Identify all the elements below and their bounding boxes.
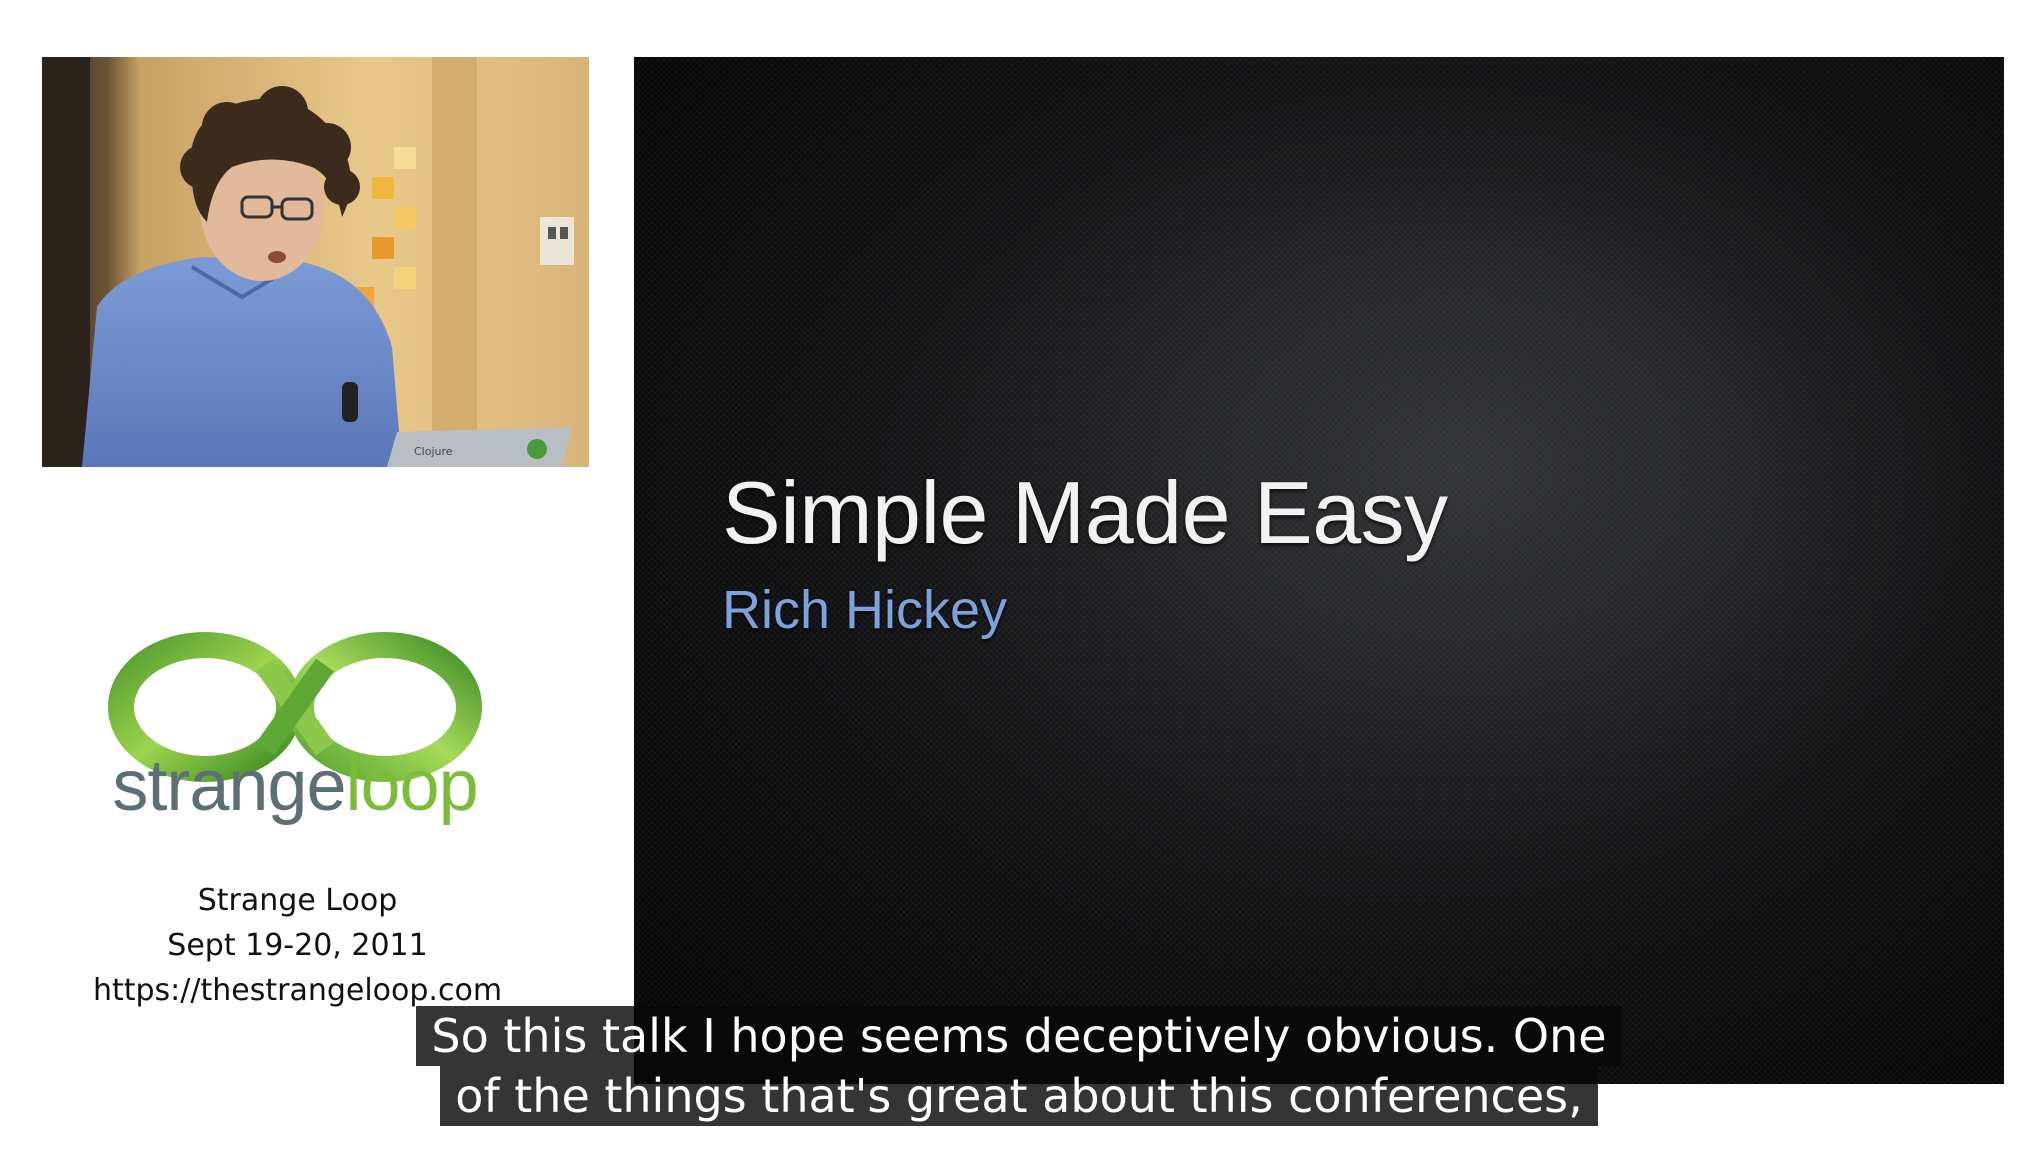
- logo-word-strange: strange: [112, 746, 346, 826]
- speaker-video: Clojure: [42, 57, 589, 467]
- logo-wordmark: strangeloop: [105, 750, 485, 822]
- logo-word-loop: loop: [345, 746, 479, 826]
- caption-row-2: of the things that's great about this co…: [0, 1066, 2038, 1126]
- caption-line-2: of the things that's great about this co…: [440, 1066, 1598, 1126]
- caption-row-1: So this talk I hope seems deceptively ob…: [0, 1006, 2038, 1066]
- captions: So this talk I hope seems deceptively ob…: [0, 1006, 2038, 1126]
- event-name: Strange Loop: [197, 883, 398, 918]
- presentation-slide: Simple Made Easy Rich Hickey: [634, 57, 2004, 1084]
- slide-subtitle: Rich Hickey: [722, 580, 1008, 640]
- caption-line-1: So this talk I hope seems deceptively ob…: [416, 1006, 1622, 1066]
- speaker-image: Clojure: [42, 57, 589, 467]
- event-info: Strange Loop Sept 19-20, 2011 https://th…: [60, 878, 535, 1013]
- strangeloop-logo: strangeloop: [105, 580, 485, 840]
- event-dates: Sept 19-20, 2011: [167, 928, 428, 963]
- video-player[interactable]: Clojure strangeloop Strange Loop Sept 19…: [0, 0, 2038, 1166]
- slide-title: Simple Made Easy: [722, 463, 1448, 562]
- laptop-sticker-text: Clojure: [414, 445, 453, 458]
- slide-vignette: [634, 57, 2004, 1084]
